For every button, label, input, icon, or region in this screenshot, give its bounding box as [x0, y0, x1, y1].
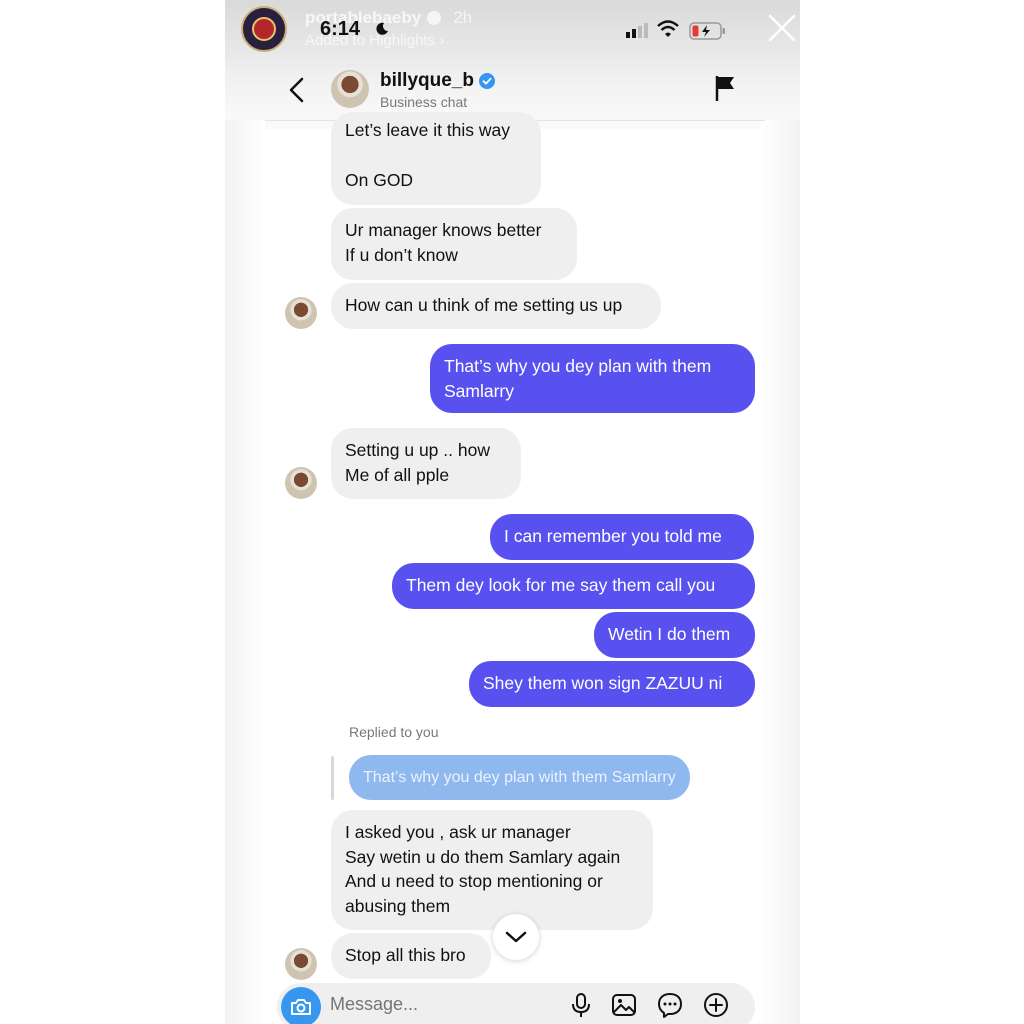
story-time-ago: 2h	[453, 8, 473, 27]
side-shade-left	[225, 120, 265, 1024]
reply-indicator-bar	[331, 756, 334, 800]
moon-icon	[376, 22, 388, 35]
message-incoming[interactable]: Stop all this bro	[331, 933, 491, 979]
sender-avatar	[285, 948, 317, 980]
signal-icon	[626, 23, 648, 38]
close-icon[interactable]	[766, 12, 798, 44]
message-input[interactable]	[330, 994, 530, 1015]
contact-name-row[interactable]: billyque_b	[380, 70, 495, 92]
status-time: 6:14	[320, 18, 361, 40]
message-incoming[interactable]: Ur manager knows better If u don’t know	[331, 208, 577, 280]
message-outgoing[interactable]: Them dey look for me say them call you	[392, 563, 755, 609]
message-outgoing[interactable]: That’s why you dey plan with them Samlar…	[430, 344, 755, 413]
message-incoming[interactable]: Setting u up .. how Me of all pple	[331, 428, 521, 499]
message-incoming[interactable]: How can u think of me setting us up	[331, 283, 661, 329]
battery-icon	[689, 22, 725, 40]
sender-avatar	[285, 467, 317, 499]
message-outgoing[interactable]: Shey them won sign ZAZUU ni	[469, 661, 755, 707]
chevron-down-icon	[505, 931, 527, 943]
verified-mini-icon	[427, 11, 442, 25]
sticker-icon[interactable]	[657, 992, 683, 1018]
replied-label: Replied to you	[349, 724, 439, 740]
phone-screen: portablebaeby 2h Added to Highlights › 6…	[225, 0, 800, 1024]
contact-name: billyque_b	[380, 70, 474, 91]
reply-quoted-message[interactable]: That’s why you dey plan with them Samlar…	[349, 755, 690, 800]
crest-logo	[252, 17, 276, 41]
flag-icon[interactable]	[713, 74, 737, 102]
verified-icon	[478, 73, 495, 89]
camera-button[interactable]	[281, 987, 321, 1024]
back-icon[interactable]	[285, 76, 309, 104]
scroll-down-button[interactable]	[493, 914, 539, 960]
contact-avatar[interactable]	[331, 70, 369, 108]
camera-icon	[291, 999, 311, 1015]
plus-icon[interactable]	[703, 992, 729, 1018]
gallery-icon[interactable]	[611, 992, 637, 1018]
wifi-icon	[657, 20, 679, 37]
message-incoming[interactable]: Let’s leave it this way On GOD	[331, 112, 541, 205]
message-outgoing[interactable]: I can remember you told me	[490, 514, 754, 560]
story-avatar[interactable]	[241, 6, 287, 52]
microphone-icon[interactable]	[568, 992, 594, 1018]
message-outgoing[interactable]: Wetin I do them	[594, 612, 755, 658]
sender-avatar	[285, 297, 317, 329]
contact-subtitle: Business chat	[380, 94, 468, 110]
side-shade-right	[760, 120, 800, 1024]
message-incoming[interactable]: I asked you , ask ur manager Say wetin u…	[331, 810, 653, 930]
